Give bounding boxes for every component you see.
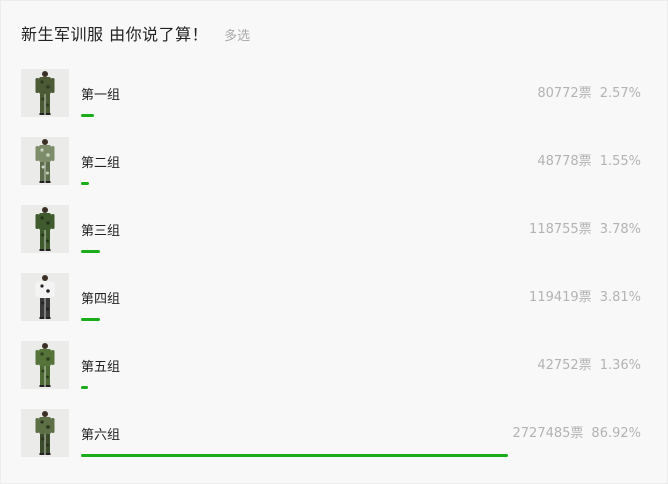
progress-fill — [81, 250, 100, 253]
progress-fill — [81, 182, 89, 185]
progress-bar — [81, 318, 571, 321]
uniform-photo — [21, 409, 69, 457]
poll-option[interactable]: 第二组 48778票 1.55% — [1, 137, 668, 205]
vote-count: 80772票 — [537, 86, 592, 101]
vote-count: 2727485票 — [512, 426, 584, 441]
poll-option[interactable]: 第五组 42752票 1.36% — [1, 341, 668, 409]
vote-count: 48778票 — [537, 154, 592, 169]
vote-count: 118755票 — [529, 222, 592, 237]
uniform-photo — [21, 273, 69, 321]
uniform-figure-icon — [21, 69, 69, 117]
option-label: 第四组 — [81, 292, 121, 307]
progress-fill — [81, 386, 88, 389]
vote-percent: 86.92% — [591, 426, 641, 441]
progress-bar — [81, 250, 571, 253]
uniform-photo — [21, 137, 69, 185]
vote-stats: 118755票 3.78% — [529, 218, 641, 237]
vote-percent: 1.55% — [599, 154, 641, 169]
vote-card: 新生军训服 由你说了算！ 多选 第一组 80772票 2.57% 第二组 48778票 1… — [0, 0, 668, 484]
option-label: 第六组 — [81, 428, 121, 443]
vote-percent: 2.57% — [599, 86, 641, 101]
uniform-photo — [21, 69, 69, 117]
uniform-figure-icon — [21, 137, 69, 185]
vote-count: 119419票 — [529, 290, 592, 305]
progress-bar — [81, 454, 571, 457]
progress-fill — [81, 114, 94, 117]
progress-fill — [81, 318, 100, 321]
progress-fill — [81, 454, 508, 457]
option-label: 第一组 — [81, 88, 121, 103]
option-label: 第五组 — [81, 360, 121, 375]
poll-option[interactable]: 第四组 119419票 3.81% — [1, 273, 668, 341]
uniform-figure-icon — [21, 205, 69, 253]
progress-bar — [81, 182, 571, 185]
vote-percent: 1.36% — [599, 358, 641, 373]
option-label: 第三组 — [81, 224, 121, 239]
uniform-photo — [21, 341, 69, 389]
vote-count: 42752票 — [537, 358, 592, 373]
option-label: 第二组 — [81, 156, 121, 171]
vote-percent: 3.81% — [599, 290, 641, 305]
uniform-photo — [21, 205, 69, 253]
vote-stats: 48778票 1.55% — [537, 150, 641, 169]
vote-stats: 42752票 1.36% — [537, 354, 641, 373]
uniform-figure-icon — [21, 409, 69, 457]
poll-header: 新生军训服 由你说了算！ 多选 — [21, 21, 250, 45]
poll-option[interactable]: 第三组 118755票 3.78% — [1, 205, 668, 273]
vote-percent: 3.78% — [599, 222, 641, 237]
uniform-figure-icon — [21, 341, 69, 389]
progress-bar — [81, 114, 571, 117]
poll-title: 新生军训服 由你说了算！ — [21, 25, 209, 44]
vote-stats: 2727485票 86.92% — [513, 422, 641, 441]
poll-option[interactable]: 第六组 2727485票 86.92% — [1, 409, 668, 477]
uniform-figure-icon — [21, 273, 69, 321]
vote-stats: 80772票 2.57% — [537, 82, 641, 101]
poll-option[interactable]: 第一组 80772票 2.57% — [1, 69, 668, 137]
multi-select-hint: 多选 — [224, 29, 251, 44]
progress-bar — [81, 386, 571, 389]
vote-stats: 119419票 3.81% — [529, 286, 641, 305]
